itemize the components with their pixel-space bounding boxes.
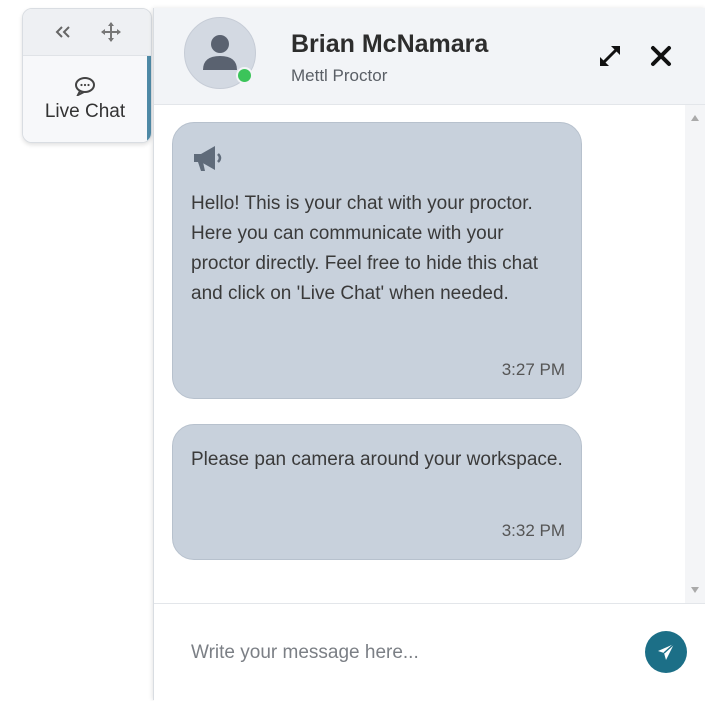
chat-panel: Brian McNamara Mettl Proctor Hello! This… xyxy=(153,8,705,701)
message-composer xyxy=(154,603,705,701)
chat-side-tab: Live Chat xyxy=(22,8,152,143)
message-list[interactable]: Hello! This is your chat with your proct… xyxy=(154,105,684,603)
send-icon xyxy=(658,643,675,660)
live-chat-label: Live Chat xyxy=(44,101,126,122)
proctor-name: Brian McNamara xyxy=(291,30,489,58)
avatar xyxy=(184,17,256,89)
message-time: 3:32 PM xyxy=(501,521,565,540)
message-text: Hello! This is your chat with your proct… xyxy=(191,193,539,304)
message-time: 3:27 PM xyxy=(501,360,565,379)
message-input[interactable] xyxy=(189,636,613,670)
scroll-up-icon[interactable] xyxy=(685,111,705,125)
megaphone-icon xyxy=(191,143,225,173)
live-chat-tab[interactable]: Live Chat xyxy=(23,56,151,142)
chat-header: Brian McNamara Mettl Proctor xyxy=(154,8,705,105)
send-button[interactable] xyxy=(645,631,687,673)
side-tab-toolbar xyxy=(23,9,151,56)
scroll-down-icon[interactable] xyxy=(685,583,705,597)
message-bubble: Hello! This is your chat with your proct… xyxy=(172,122,582,399)
proctor-role: Mettl Proctor xyxy=(291,66,388,85)
scrollbar[interactable] xyxy=(685,105,705,603)
move-arrows-icon[interactable] xyxy=(100,21,122,43)
message-text: Please pan camera around your workspace. xyxy=(191,449,563,470)
online-status-dot xyxy=(236,67,253,84)
message-bubble: Please pan camera around your workspace.… xyxy=(172,424,582,560)
chat-bubble-icon xyxy=(74,75,96,97)
double-chevron-left-icon[interactable] xyxy=(52,21,74,43)
close-icon[interactable] xyxy=(646,41,676,71)
expand-icon[interactable] xyxy=(595,41,625,71)
